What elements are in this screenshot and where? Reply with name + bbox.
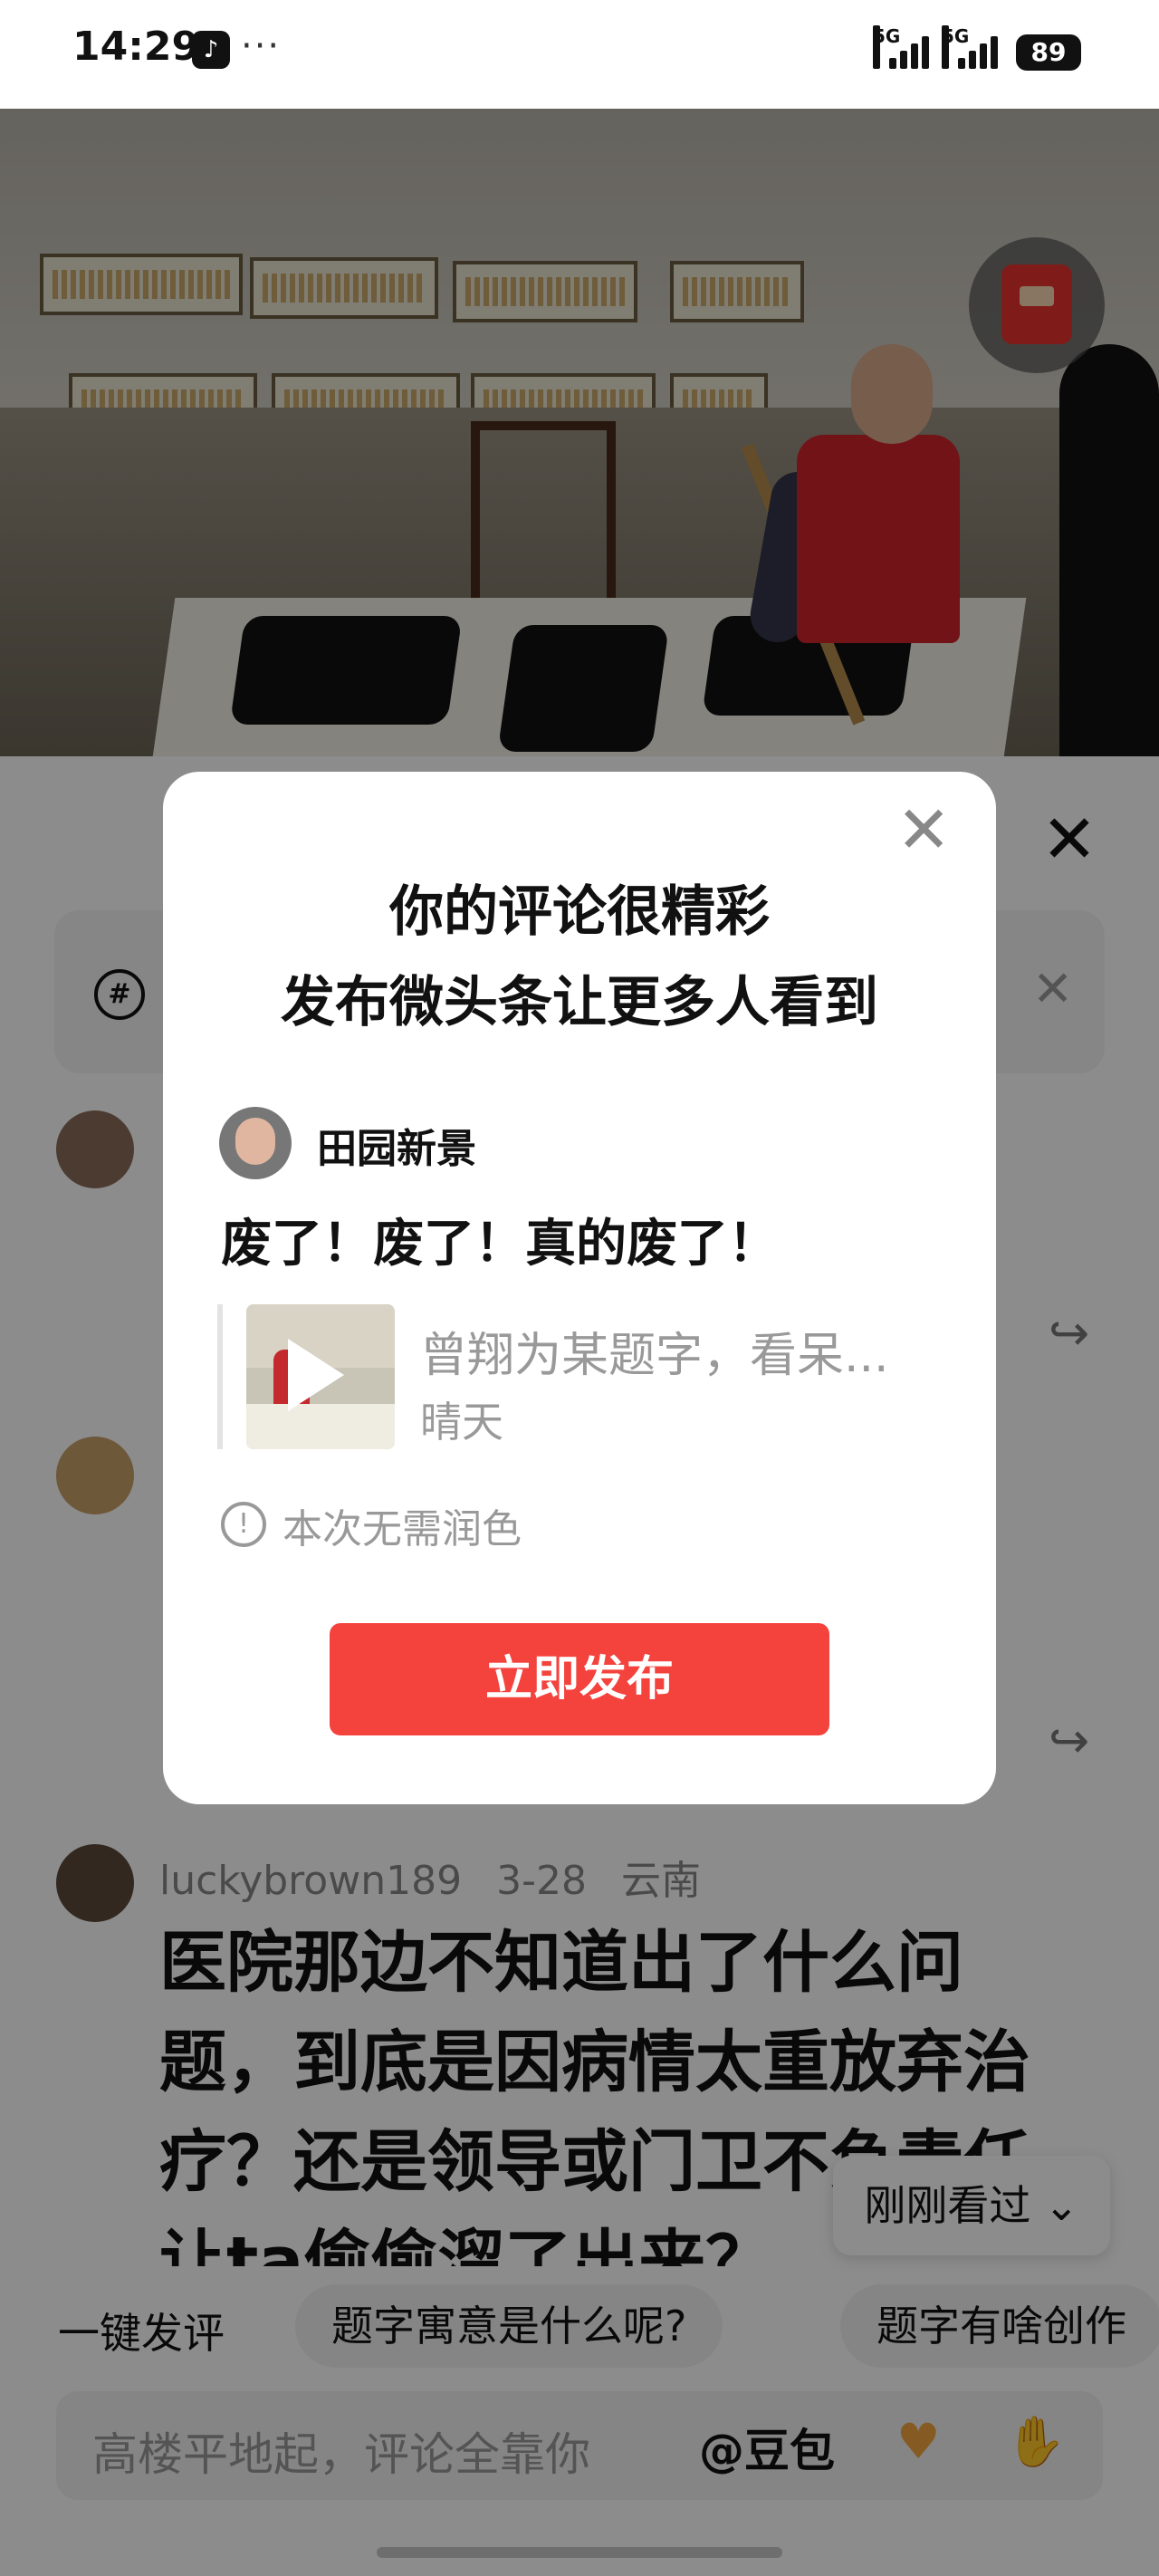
dialog-close-icon[interactable]: ✕: [896, 797, 951, 862]
publish-button[interactable]: 立即发布: [330, 1623, 829, 1735]
info-icon: !: [221, 1502, 266, 1547]
play-icon: [288, 1339, 344, 1411]
quoted-author: 晴天: [420, 1398, 503, 1447]
status-time: 14:29: [72, 24, 200, 70]
battery-icon: 89: [1016, 34, 1081, 71]
dialog-comment-text: 废了！废了！真的废了！: [221, 1215, 779, 1274]
dialog-title: 你的评论很精彩: [389, 880, 770, 944]
quote-bar: [217, 1304, 223, 1449]
tiktok-app-icon: ♪: [192, 31, 230, 69]
info-text: 本次无需润色: [283, 1506, 522, 1552]
user-avatar: [219, 1107, 292, 1179]
signal-icon: 5G: [873, 25, 931, 69]
signal-icon-2: 5G: [942, 25, 1000, 69]
quoted-title: 曾翔为某题字，看呆...: [420, 1329, 889, 1383]
more-notifications-icon: ···: [241, 25, 282, 67]
dialog-subtitle: 发布微头条让更多人看到: [281, 971, 878, 1034]
dialog-username: 田园新景: [317, 1126, 476, 1172]
